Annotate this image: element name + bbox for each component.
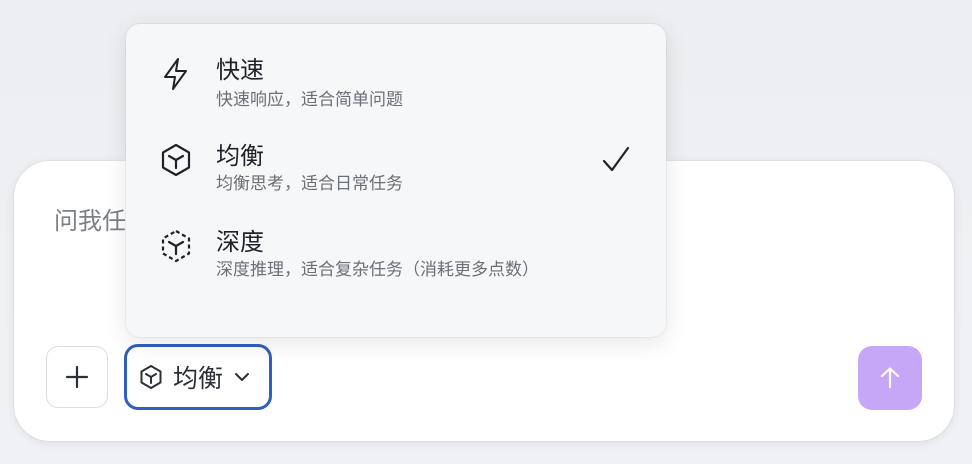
menu-item-desc: 均衡思考，适合日常任务	[216, 174, 403, 194]
menu-item-title: 快速	[216, 56, 264, 84]
checkmark-icon	[602, 146, 630, 172]
mode-select-label: 均衡	[173, 364, 224, 393]
arrow-up-icon	[880, 367, 900, 389]
plus-icon	[65, 365, 89, 389]
mode-select-button[interactable]: 均衡	[124, 344, 272, 410]
menu-item-title: 深度	[216, 228, 264, 256]
cube-icon	[161, 143, 191, 177]
menu-item-title: 均衡	[216, 142, 264, 170]
chevron-down-icon	[235, 373, 250, 381]
menu-item-desc: 快速响应，适合简单问题	[216, 90, 403, 110]
app-stage: 问我任何问题 均衡	[0, 0, 972, 464]
send-button[interactable]	[858, 346, 922, 410]
menu-item-desc: 深度推理，适合复杂任务（消耗更多点数）	[216, 260, 539, 280]
lightning-icon	[164, 58, 187, 90]
menu-item-balanced[interactable]: 均衡 均衡思考，适合日常任务	[126, 134, 666, 214]
add-attachment-button[interactable]	[46, 346, 108, 408]
menu-item-fast[interactable]: 快速 快速响应，适合简单问题	[126, 48, 666, 128]
menu-item-deep[interactable]: 深度 深度推理，适合复杂任务（消耗更多点数）	[126, 220, 666, 330]
cube-icon	[140, 365, 162, 389]
mode-dropdown-menu: 快速 快速响应，适合简单问题 均衡 均衡思考，适合日常任务 深度 深度推理，适合…	[126, 24, 666, 337]
dashed-cube-icon	[161, 229, 191, 263]
